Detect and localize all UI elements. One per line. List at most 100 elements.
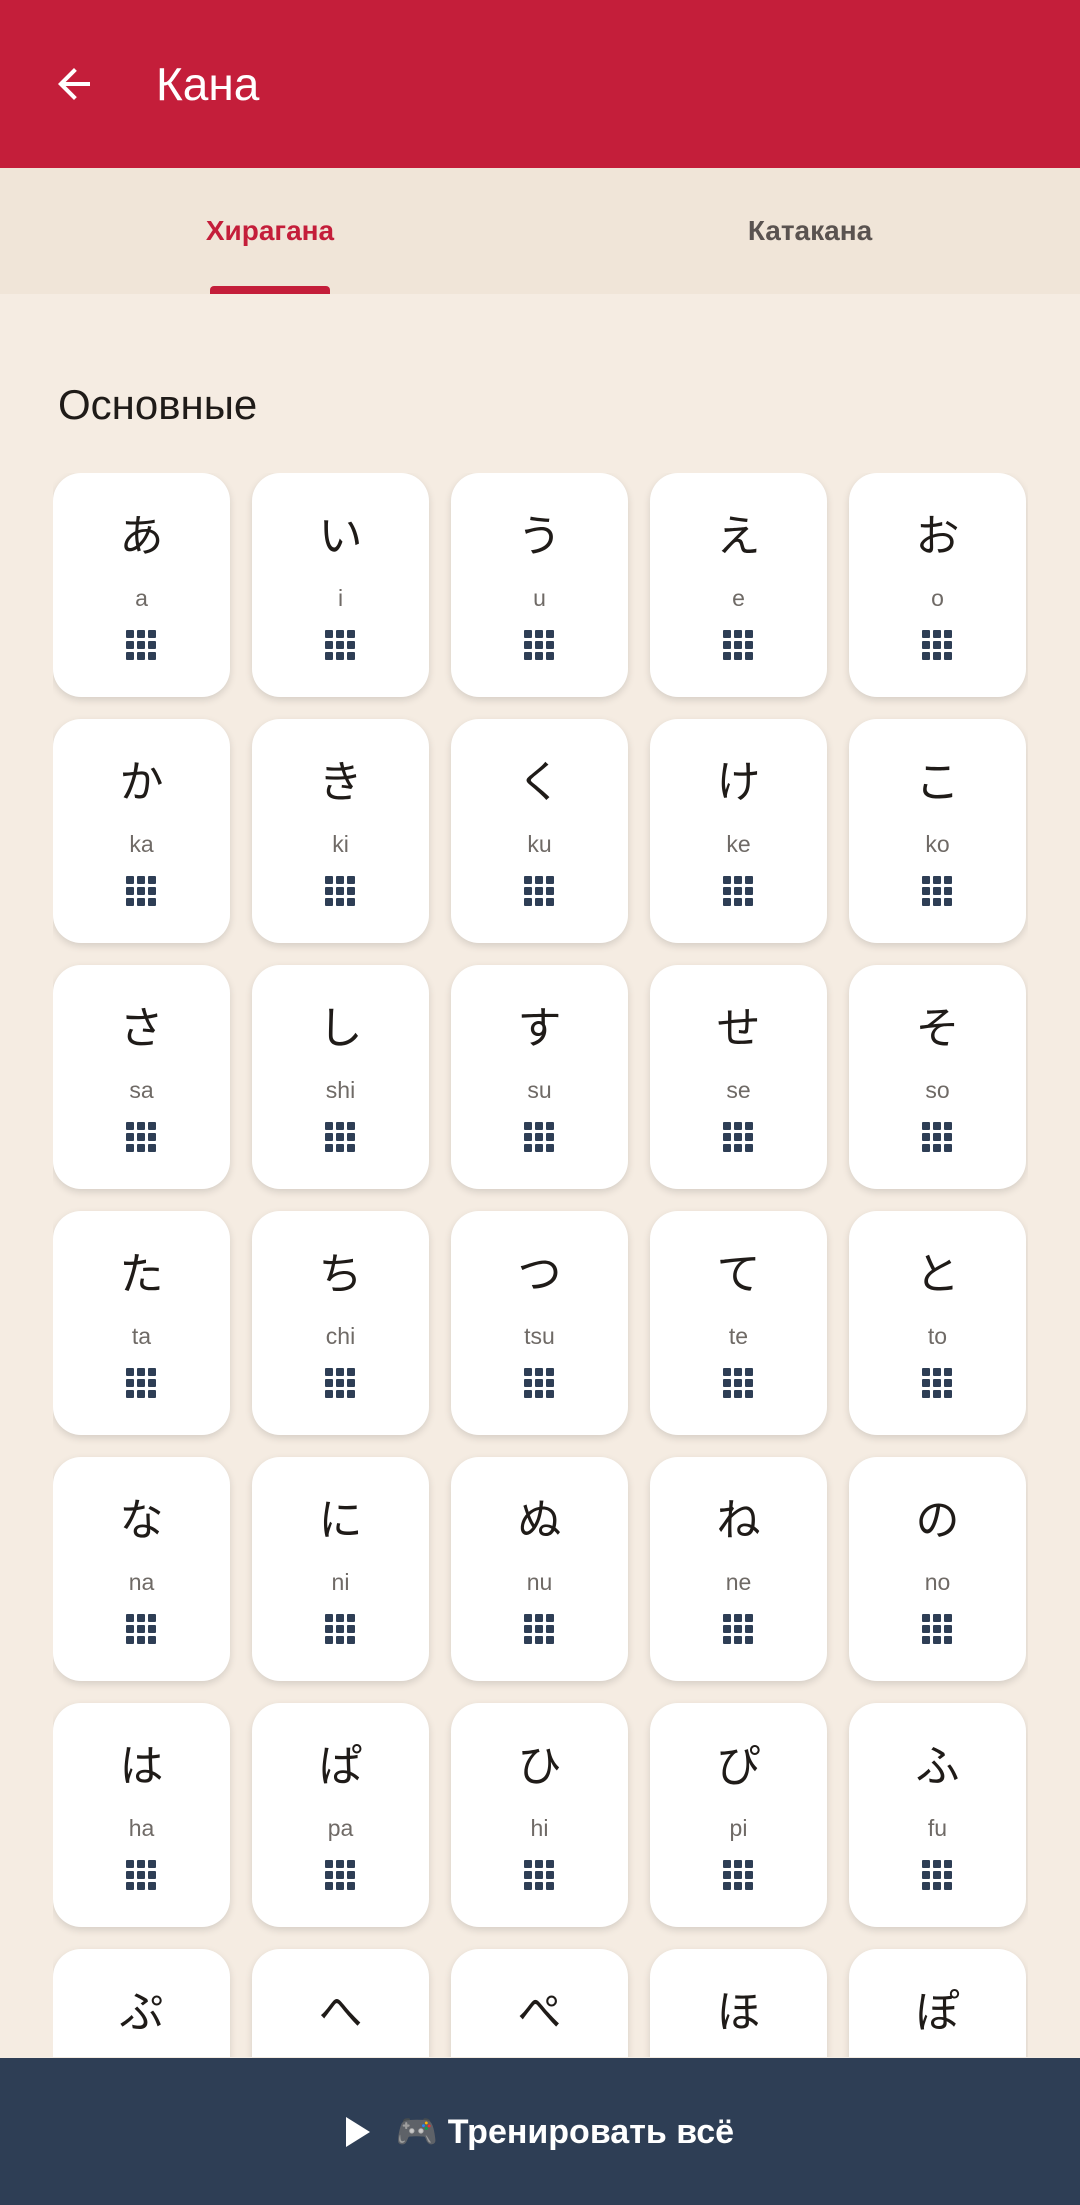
kana-card[interactable]: つ tsu: [451, 1211, 628, 1435]
kana-card[interactable]: ふ fu: [849, 1703, 1026, 1927]
kana-character: ふ: [915, 1741, 960, 1792]
kana-romaji: o: [931, 585, 944, 611]
kana-card[interactable]: か ka: [53, 719, 230, 943]
kana-card[interactable]: に ni: [252, 1457, 429, 1681]
kana-character: そ: [915, 1003, 960, 1054]
kana-romaji: ko: [925, 831, 950, 857]
kana-character: ぬ: [517, 1495, 562, 1546]
kana-romaji: chi: [325, 1323, 356, 1349]
kana-card[interactable]: た ta: [53, 1211, 230, 1435]
grid-icon: [723, 1368, 753, 1398]
kana-character: す: [517, 1003, 562, 1054]
kana-card[interactable]: うu: [451, 473, 628, 697]
kana-card[interactable]: き ki: [252, 719, 429, 943]
kana-character: に: [318, 1495, 363, 1546]
kana-card[interactable]: ち chi: [252, 1211, 429, 1435]
kana-romaji: e: [732, 585, 745, 611]
kana-romaji: pa: [327, 1815, 354, 1841]
kana-character: ぱ: [318, 1741, 363, 1792]
kana-character: つ: [517, 1249, 562, 1300]
kana-character: ぽ: [915, 1987, 960, 2038]
grid-icon: [524, 1368, 554, 1398]
kana-card[interactable]: ぽ: [849, 1949, 1026, 2057]
kana-character: ね: [716, 1495, 761, 1546]
kana-card[interactable]: ぷ: [53, 1949, 230, 2057]
kana-card[interactable]: おo: [849, 473, 1026, 697]
kana-character: い: [318, 511, 363, 562]
kana-character: け: [716, 757, 761, 808]
kana-character: な: [119, 1495, 164, 1546]
kana-character: さ: [119, 1003, 164, 1054]
train-all-button[interactable]: 🎮 Тренировать всё: [0, 2058, 1080, 2205]
back-button[interactable]: [44, 54, 104, 114]
kana-character: は: [119, 1741, 164, 1792]
grid-icon: [325, 630, 355, 660]
kana-romaji: ki: [332, 831, 349, 857]
kana-romaji: na: [128, 1569, 155, 1595]
kana-card[interactable]: へ: [252, 1949, 429, 2057]
kana-card[interactable]: は ha: [53, 1703, 230, 1927]
grid-icon: [723, 876, 753, 906]
kana-romaji: i: [337, 585, 344, 611]
play-icon: [345, 2116, 370, 2147]
kana-card[interactable]: えe: [650, 473, 827, 697]
grid-icon: [126, 1614, 156, 1644]
kana-card[interactable]: て te: [650, 1211, 827, 1435]
kana-card[interactable]: ひ hi: [451, 1703, 628, 1927]
kana-character: ぷ: [119, 1987, 164, 2038]
kana-character: あ: [119, 511, 164, 562]
kana-romaji: ku: [527, 831, 552, 857]
grid-icon: [126, 1860, 156, 1890]
tab-hiragana[interactable]: Хирагана: [0, 168, 540, 294]
kana-card[interactable]: さ sa: [53, 965, 230, 1189]
grid-icon: [126, 876, 156, 906]
grid-icon: [524, 1860, 554, 1890]
kana-romaji: no: [924, 1569, 951, 1595]
kana-card[interactable]: ほ: [650, 1949, 827, 2057]
kana-romaji: tsu: [524, 1323, 555, 1349]
kana-card[interactable]: し shi: [252, 965, 429, 1189]
grid-icon: [723, 1860, 753, 1890]
kana-card[interactable]: と to: [849, 1211, 1026, 1435]
kana-romaji: te: [728, 1323, 749, 1349]
grid-icon: [922, 1368, 952, 1398]
kana-card[interactable]: あa: [53, 473, 230, 697]
tab-hiragana-label: Хирагана: [205, 215, 335, 246]
grid-icon: [524, 876, 554, 906]
grid-icon: [325, 1368, 355, 1398]
kana-romaji: ta: [131, 1323, 152, 1349]
kana-character: ち: [318, 1249, 363, 1300]
kana-romaji: nu: [526, 1569, 553, 1595]
kana-romaji: ha: [128, 1815, 155, 1841]
kana-character: き: [318, 757, 363, 808]
kana-card[interactable]: け ke: [650, 719, 827, 943]
kana-romaji: fu: [927, 1815, 948, 1841]
kana-card[interactable]: せ se: [650, 965, 827, 1189]
kana-card[interactable]: く ku: [451, 719, 628, 943]
kana-card[interactable]: す su: [451, 965, 628, 1189]
kana-character: の: [915, 1495, 960, 1546]
kana-romaji: ne: [725, 1569, 752, 1595]
kana-card[interactable]: ね ne: [650, 1457, 827, 1681]
grid-icon: [126, 1122, 156, 1152]
kana-character: と: [915, 1249, 960, 1300]
kana-romaji: sa: [129, 1077, 154, 1103]
kana-romaji: a: [135, 585, 148, 611]
kana-romaji: ke: [726, 831, 751, 857]
kana-character: く: [517, 757, 562, 808]
section-title: Основные: [58, 381, 258, 428]
grid-icon: [524, 630, 554, 660]
kana-card[interactable]: な na: [53, 1457, 230, 1681]
kana-card[interactable]: そ so: [849, 965, 1026, 1189]
kana-card[interactable]: こ ko: [849, 719, 1026, 943]
kana-card[interactable]: ぬ nu: [451, 1457, 628, 1681]
kana-card[interactable]: いi: [252, 473, 429, 697]
kana-card[interactable]: の no: [849, 1457, 1026, 1681]
kana-card[interactable]: ぺ: [451, 1949, 628, 2057]
kana-card[interactable]: ぴ pi: [650, 1703, 827, 1927]
grid-icon: [723, 1614, 753, 1644]
tab-katakana[interactable]: Катакана: [540, 168, 1080, 294]
kana-card[interactable]: ぱ pa: [252, 1703, 429, 1927]
grid-icon: [325, 1860, 355, 1890]
grid-icon: [922, 1614, 952, 1644]
